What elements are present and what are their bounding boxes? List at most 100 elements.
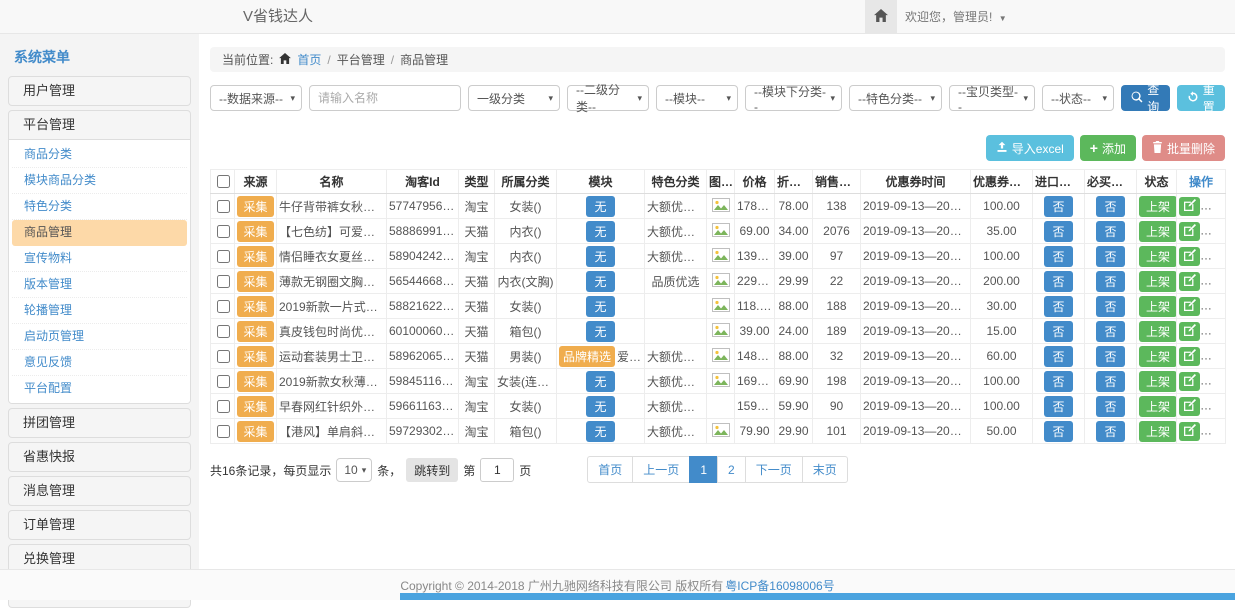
must-buy-badge[interactable]: 否	[1096, 396, 1124, 417]
sidebar-item-message-management[interactable]: 消息管理	[9, 477, 190, 505]
icp-link[interactable]: 粤ICP备16098006号	[725, 577, 834, 594]
module-subcategory-select[interactable]: --模块下分类--▾	[745, 85, 842, 111]
must-buy-badge[interactable]: 否	[1096, 321, 1124, 342]
must-buy-badge[interactable]: 否	[1096, 221, 1124, 242]
edit-icon	[1184, 299, 1196, 314]
status-badge[interactable]: 上架	[1139, 246, 1177, 267]
must-buy-badge[interactable]: 否	[1096, 421, 1124, 442]
row-checkbox[interactable]	[217, 375, 230, 388]
status-badge[interactable]: 上架	[1139, 371, 1177, 392]
edit-button[interactable]	[1179, 372, 1200, 391]
row-checkbox[interactable]	[217, 350, 230, 363]
ops-cell	[1177, 294, 1226, 319]
sidebar-subitem-promo-material[interactable]: 宣传物料	[12, 246, 187, 272]
status-badge[interactable]: 上架	[1139, 346, 1177, 367]
edit-button[interactable]	[1179, 222, 1200, 241]
breadcrumb-home-link[interactable]: 首页	[297, 51, 321, 68]
search-button[interactable]: 查询	[1121, 85, 1170, 111]
status-badge[interactable]: 上架	[1139, 396, 1177, 417]
must-buy-badge[interactable]: 否	[1096, 296, 1124, 317]
status-badge[interactable]: 上架	[1139, 296, 1177, 317]
user-menu[interactable]: 欢迎您，管理员! ▼	[905, 0, 1007, 36]
row-checkbox[interactable]	[217, 225, 230, 238]
page-button-4[interactable]: 下一页	[745, 456, 803, 483]
page-button-2[interactable]: 1	[689, 456, 718, 483]
data-source-select[interactable]: --数据来源--▾	[210, 85, 302, 111]
page-button-1[interactable]: 上一页	[632, 456, 690, 483]
import-select-badge[interactable]: 否	[1044, 296, 1072, 317]
import-select-badge[interactable]: 否	[1044, 371, 1072, 392]
sidebar-item-order-management[interactable]: 订单管理	[9, 511, 190, 539]
edit-button[interactable]	[1179, 422, 1200, 441]
breadcrumb-separator: /	[327, 53, 330, 67]
sidebar-subitem-product-category[interactable]: 商品分类	[12, 142, 187, 168]
edit-icon	[1184, 374, 1196, 389]
status-badge[interactable]: 上架	[1139, 221, 1177, 242]
home-button[interactable]	[865, 0, 897, 33]
must-buy-badge[interactable]: 否	[1096, 196, 1124, 217]
page-button-3[interactable]: 2	[717, 456, 746, 483]
import-excel-button[interactable]: 导入excel	[986, 135, 1074, 161]
module-select[interactable]: --模块--▾	[656, 85, 738, 111]
page-button-0[interactable]: 首页	[587, 456, 633, 483]
row-checkbox[interactable]	[217, 325, 230, 338]
import-select-badge[interactable]: 否	[1044, 196, 1072, 217]
must-buy-badge[interactable]: 否	[1096, 246, 1124, 267]
sidebar-subitem-feature-category[interactable]: 特色分类	[12, 194, 187, 220]
category-level2-select[interactable]: --二级分类--▾	[567, 85, 649, 111]
row-checkbox[interactable]	[217, 300, 230, 313]
edit-button[interactable]	[1179, 322, 1200, 341]
sidebar-item-group-buy-management[interactable]: 拼团管理	[9, 409, 190, 437]
jump-page-input[interactable]	[480, 458, 514, 482]
import-select-badge[interactable]: 否	[1044, 246, 1072, 267]
edit-button[interactable]	[1179, 347, 1200, 366]
must-buy-badge[interactable]: 否	[1096, 271, 1124, 292]
edit-button[interactable]	[1179, 297, 1200, 316]
sidebar-subitem-carousel-management[interactable]: 轮播管理	[12, 298, 187, 324]
row-checkbox[interactable]	[217, 250, 230, 263]
category-level1-select[interactable]: 一级分类▾	[468, 85, 560, 111]
import-select-badge[interactable]: 否	[1044, 271, 1072, 292]
row-checkbox[interactable]	[217, 425, 230, 438]
status-select[interactable]: --状态--▾	[1042, 85, 1114, 111]
sidebar-subitem-product-management[interactable]: 商品管理	[12, 220, 187, 246]
must-buy-badge[interactable]: 否	[1096, 346, 1124, 367]
edit-button[interactable]	[1179, 247, 1200, 266]
edit-button[interactable]	[1179, 197, 1200, 216]
row-checkbox[interactable]	[217, 200, 230, 213]
feature-category: 大额优惠券	[645, 244, 707, 269]
import-select-badge[interactable]: 否	[1044, 421, 1072, 442]
sidebar-subitem-splash-page-management[interactable]: 启动页管理	[12, 324, 187, 350]
select-all-checkbox[interactable]	[217, 175, 230, 188]
feature-category-select[interactable]: --特色分类--▾	[849, 85, 942, 111]
status-badge[interactable]: 上架	[1139, 321, 1177, 342]
batch-delete-button[interactable]: 批量删除	[1142, 135, 1225, 161]
item-type-select[interactable]: --宝贝类型--▾	[949, 85, 1035, 111]
name-input[interactable]	[309, 85, 461, 111]
status-badge[interactable]: 上架	[1139, 271, 1177, 292]
sidebar-subitem-platform-config[interactable]: 平台配置	[12, 376, 187, 401]
reset-button[interactable]: 重置	[1177, 85, 1226, 111]
edit-button[interactable]	[1179, 397, 1200, 416]
import-select-badge[interactable]: 否	[1044, 346, 1072, 367]
status-badge[interactable]: 上架	[1139, 196, 1177, 217]
sidebar-subitem-version-management[interactable]: 版本管理	[12, 272, 187, 298]
sidebar-item-savings-express[interactable]: 省惠快报	[9, 443, 190, 471]
row-checkbox[interactable]	[217, 275, 230, 288]
sidebar-subitem-module-product-category[interactable]: 模块商品分类	[12, 168, 187, 194]
import-select-badge[interactable]: 否	[1044, 396, 1072, 417]
page-button-5[interactable]: 末页	[802, 456, 848, 483]
must-buy-badge[interactable]: 否	[1096, 371, 1124, 392]
edit-button[interactable]	[1179, 272, 1200, 291]
status-badge[interactable]: 上架	[1139, 421, 1177, 442]
add-button[interactable]: + 添加	[1080, 135, 1136, 161]
home-icon	[279, 53, 291, 67]
sidebar-item-platform-management[interactable]: 平台管理	[9, 111, 190, 139]
per-page-select[interactable]: 10 ▾	[336, 458, 372, 482]
sidebar-subitem-feedback[interactable]: 意见反馈	[12, 350, 187, 376]
import-select-badge[interactable]: 否	[1044, 321, 1072, 342]
import-select-badge[interactable]: 否	[1044, 221, 1072, 242]
row-checkbox[interactable]	[217, 400, 230, 413]
jump-button[interactable]: 跳转到	[406, 458, 458, 482]
sidebar-item-user-management[interactable]: 用户管理	[9, 77, 190, 105]
